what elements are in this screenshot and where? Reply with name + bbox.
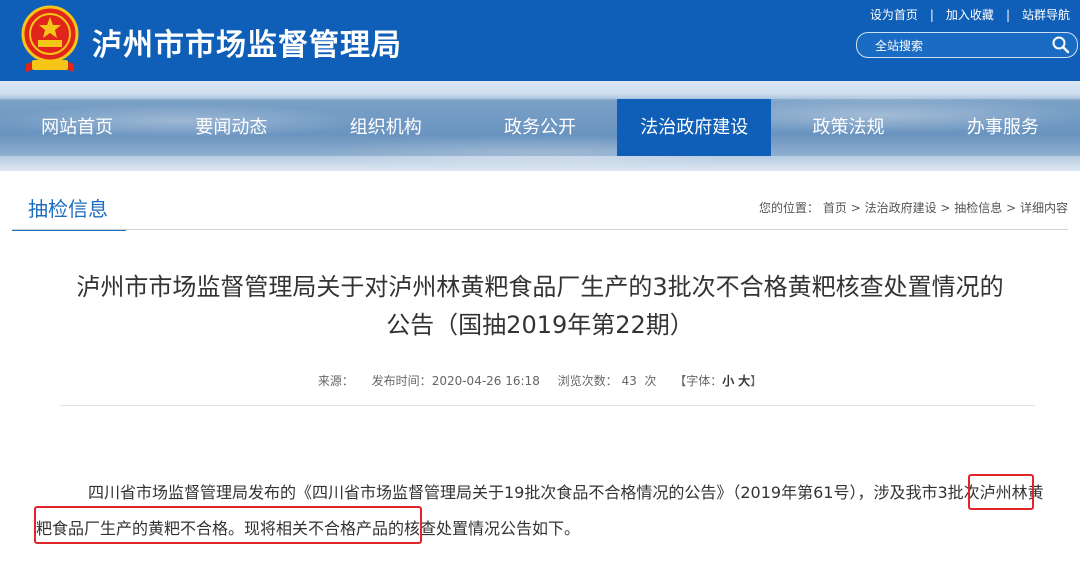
nav-item-government-affairs[interactable]: 政务公开 — [462, 99, 618, 156]
views-unit: 次 — [644, 374, 657, 388]
breadcrumb-inspection[interactable]: 抽检信息 — [954, 201, 1002, 215]
nav-item-services[interactable]: 办事服务 — [925, 99, 1080, 156]
main-nav: 网站首页 要闻动态 组织机构 政务公开 法治政府建设 政策法规 办事服务 — [0, 99, 1080, 156]
nav-banner: 网站首页 要闻动态 组织机构 政务公开 法治政府建设 政策法规 办事服务 — [0, 81, 1080, 171]
breadcrumb-prefix: 您的位置： — [759, 201, 820, 215]
site-group-nav-link[interactable]: 站群导航 — [1022, 8, 1070, 22]
search-input[interactable]: 全站搜索 — [856, 32, 1078, 58]
top-links: 设为首页 | 加入收藏 | 站群导航 — [869, 8, 1070, 22]
nav-item-rule-of-law[interactable]: 法治政府建设 — [617, 99, 772, 156]
font-size-control: 【字体：小 大】 — [674, 374, 763, 388]
site-header: 泸州市市场监督管理局 设为首页 | 加入收藏 | 站群导航 全站搜索 — [0, 0, 1080, 81]
paragraph-text-1: 四川省市场监督管理局发布的《四川省市场监督管理局关于19批次食品不合格情况的公告… — [88, 483, 874, 502]
highlight-box-2 — [34, 506, 422, 544]
search-placeholder: 全站搜索 — [875, 39, 924, 53]
publish-label: 发布时间： — [371, 374, 432, 388]
views-label: 浏览次数： — [557, 374, 618, 388]
views-count: 43 — [621, 374, 637, 388]
font-large-button[interactable]: 大 — [738, 374, 750, 388]
add-favorite-link[interactable]: 加入收藏 — [946, 8, 994, 22]
national-emblem-icon — [21, 5, 79, 72]
nav-item-policies[interactable]: 政策法规 — [771, 99, 926, 156]
article-meta: 来源： 发布时间：2020-04-26 16:18 浏览次数： 43 次 【字体… — [0, 372, 1080, 389]
section-divider — [12, 229, 1068, 230]
nav-item-home[interactable]: 网站首页 — [0, 99, 155, 156]
nav-item-news[interactable]: 要闻动态 — [154, 99, 309, 156]
highlight-box-1 — [968, 474, 1034, 510]
article-title: 泸州市市场监督管理局关于对泸州林黄粑食品厂生产的3批次不合格黄粑核查处置情况的 … — [30, 268, 1050, 344]
paragraph-text-2: 涉及我 — [873, 483, 922, 502]
section-tab-label: 抽检信息 — [28, 197, 108, 221]
search-icon[interactable] — [1051, 35, 1071, 55]
article-title-line-1: 泸州市市场监督管理局关于对泸州林黄粑食品厂生产的3批次不合格黄粑核查处置情况的 — [76, 273, 1004, 301]
breadcrumb-rule-of-law[interactable]: 法治政府建设 — [865, 201, 937, 215]
breadcrumb-home[interactable]: 首页 — [823, 201, 847, 215]
article-divider — [60, 405, 1035, 406]
breadcrumb-detail: 详细内容 — [1019, 201, 1068, 215]
font-small-button[interactable]: 小 — [722, 374, 734, 388]
article-title-line-2: 公告（国抽2019年第22期） — [386, 311, 694, 339]
publish-time: 2020-04-26 16:18 — [431, 374, 540, 388]
breadcrumb: 您的位置： 首页 > 法治政府建设 > 抽检信息 > 详细内容 — [759, 201, 1068, 215]
section-tab[interactable]: 抽检信息 — [12, 185, 126, 231]
site-title[interactable]: 泸州市市场监督管理局 — [92, 20, 402, 64]
source-label: 来源： — [317, 374, 354, 388]
set-homepage-link[interactable]: 设为首页 — [870, 8, 918, 22]
nav-item-organization[interactable]: 组织机构 — [308, 99, 463, 156]
